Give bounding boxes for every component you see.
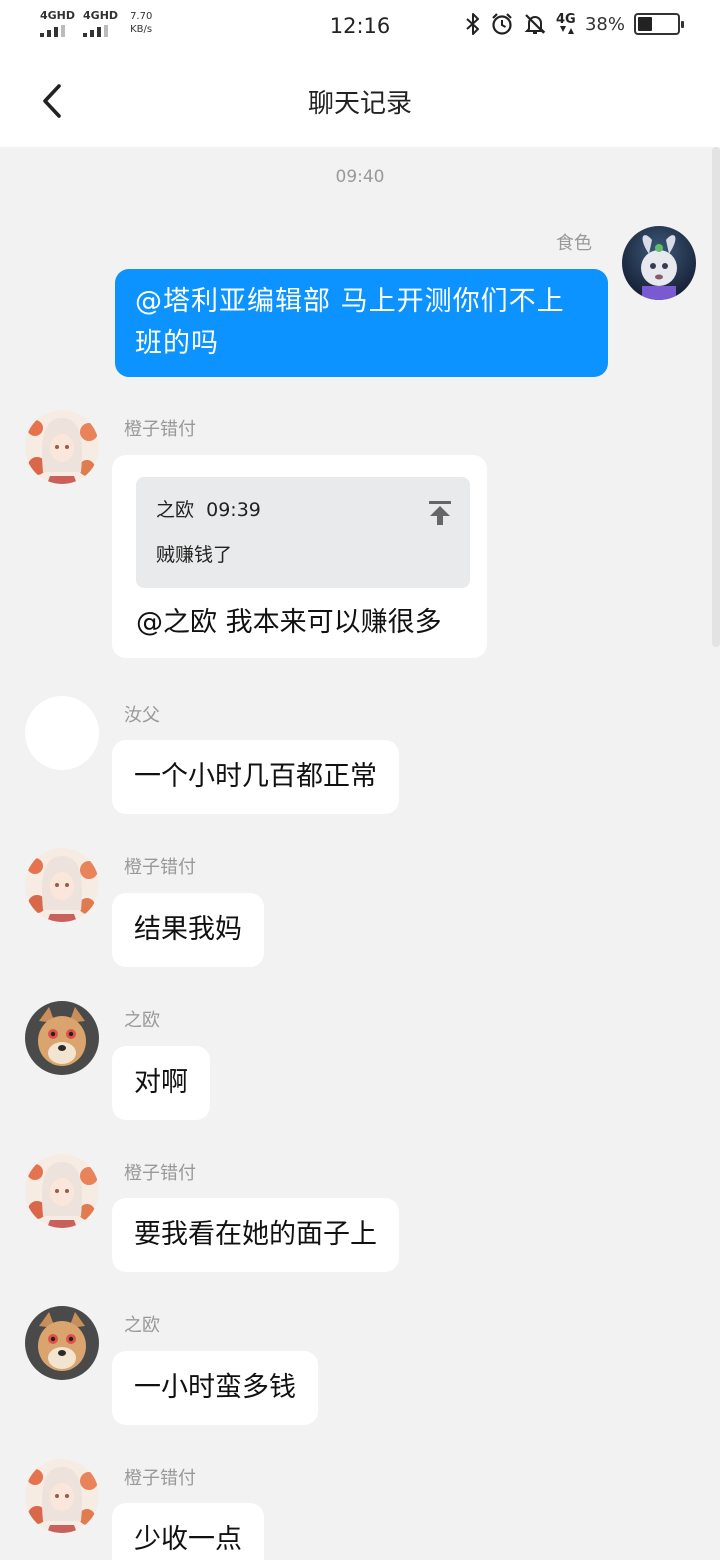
- anime-girl-avatar-icon: [25, 1154, 99, 1228]
- avatar[interactable]: [25, 696, 99, 770]
- avatar[interactable]: [25, 1154, 99, 1228]
- chat-history[interactable]: 09:40 食色 @塔利亚编辑部 马上开测你们不上班的吗 橙子错付 之欧 09:…: [0, 147, 720, 1560]
- anime-girl-avatar-icon: [25, 848, 99, 922]
- sender-name: 汝父: [124, 705, 160, 726]
- sender-name: 橙子错付: [124, 857, 196, 878]
- avatar[interactable]: [622, 226, 696, 300]
- dog-avatar-icon: [25, 1001, 99, 1075]
- avatar[interactable]: [25, 848, 99, 922]
- message-bubble[interactable]: 结果我妈: [112, 893, 264, 967]
- mute-bell-icon: [523, 12, 547, 36]
- sender-name: 橙子错付: [124, 1163, 196, 1184]
- scrollbar[interactable]: [712, 147, 720, 647]
- message-bubble[interactable]: 一小时蛮多钱: [112, 1351, 318, 1425]
- message-bubble[interactable]: 之欧 09:39 贼赚钱了 @之欧 我本来可以赚很多: [112, 455, 487, 658]
- avatar[interactable]: [25, 410, 99, 484]
- message-text: @之欧 我本来可以赚很多: [136, 607, 442, 638]
- message-bubble[interactable]: 要我看在她的面子上: [112, 1198, 399, 1272]
- page-title: 聊天记录: [307, 89, 412, 119]
- avatar[interactable]: [25, 1001, 99, 1075]
- avatar[interactable]: [25, 1459, 99, 1533]
- dog-avatar-icon: [25, 1306, 99, 1380]
- network-label: 4G: [555, 12, 576, 27]
- anime-girl-avatar-icon: [25, 1459, 99, 1533]
- avatar[interactable]: [25, 1306, 99, 1380]
- battery-icon: [634, 13, 684, 35]
- sender-name: 之欧: [124, 1315, 160, 1336]
- battery-percent: 38%: [584, 13, 625, 35]
- bunny-avatar-icon: [622, 226, 696, 300]
- quoted-message[interactable]: 之欧 09:39 贼赚钱了: [136, 477, 470, 588]
- status-bar: 4GHD 4GHD 7.70 KB/s 12:16 4G 38%: [0, 0, 720, 55]
- status-icons: 4G 38%: [465, 12, 684, 36]
- message-bubble[interactable]: 少收一点: [112, 1503, 264, 1560]
- alarm-icon: [490, 12, 514, 36]
- header-bar: 聊天记录: [0, 55, 720, 147]
- bluetooth-icon: [465, 12, 481, 36]
- sender-name: 橙子错付: [124, 1468, 196, 1489]
- sender-name: 之欧: [124, 1010, 160, 1031]
- message-bubble[interactable]: 一个小时几百都正常: [112, 740, 399, 814]
- quote-header: 之欧 09:39: [156, 497, 261, 523]
- message-bubble[interactable]: 对啊: [112, 1046, 210, 1120]
- anime-girl-avatar-icon: [25, 410, 99, 484]
- quote-text: 贼赚钱了: [156, 544, 233, 566]
- quote-author: 之欧: [156, 499, 195, 521]
- sender-name: 橙子错付: [124, 419, 196, 440]
- sender-name: 食色: [556, 233, 592, 254]
- battery-fill: [638, 17, 653, 31]
- time-divider: 09:40: [335, 167, 385, 187]
- jump-to-message-icon[interactable]: [428, 497, 452, 539]
- outgoing-message-bubble[interactable]: @塔利亚编辑部 马上开测你们不上班的吗: [115, 269, 608, 377]
- quote-time: 09:39: [206, 499, 261, 521]
- network-4g-icon: 4G: [555, 12, 576, 34]
